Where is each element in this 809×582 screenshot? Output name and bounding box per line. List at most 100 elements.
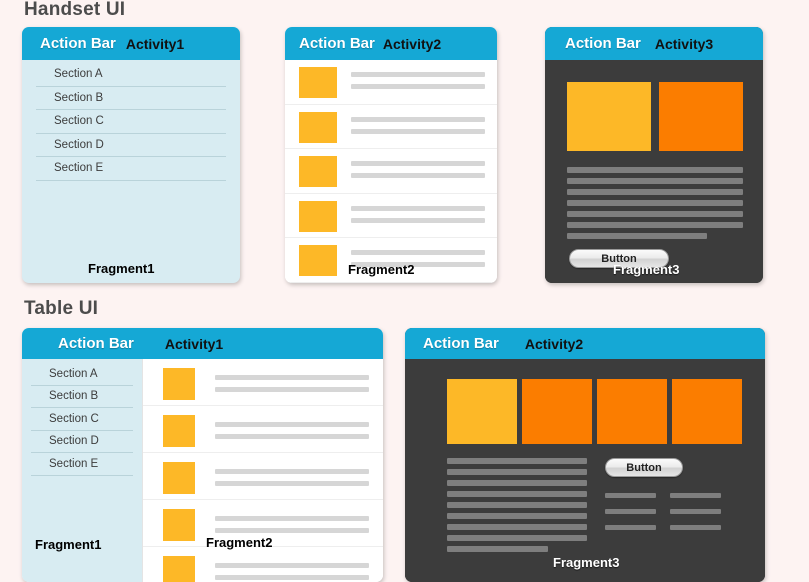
list-item[interactable]: [285, 104, 497, 149]
text-line: [605, 493, 656, 498]
handset-activity2-card[interactable]: Action Bar Activity2: [285, 27, 497, 283]
action-bar[interactable]: Action Bar Activity2: [285, 27, 497, 60]
thumbnail-image: [299, 200, 337, 232]
text-line: [351, 217, 485, 223]
text-line: [447, 469, 587, 475]
image-swatch-yellow[interactable]: [447, 379, 517, 444]
thumbnail-list: [285, 60, 497, 283]
section-list-item[interactable]: Section D: [31, 431, 133, 453]
text-line: [215, 481, 369, 486]
list-item-text: [195, 368, 369, 392]
activity-label: Activity1: [125, 35, 185, 52]
fragment3-label: Fragment3: [553, 555, 620, 570]
action-bar[interactable]: Action Bar Activity1: [22, 328, 383, 359]
thumbnail-image: [163, 556, 195, 582]
action-bar-label: Action Bar: [565, 35, 641, 52]
text-line: [215, 387, 369, 392]
text-line: [215, 575, 369, 580]
handset-activity3-card[interactable]: Action Bar Activity3 Button: [545, 27, 763, 283]
text-line: [670, 525, 721, 530]
list-item-text: [195, 462, 369, 486]
fragment3-label: Fragment3: [613, 262, 680, 277]
thumbnail-image: [299, 67, 337, 98]
thumbnail-image: [299, 111, 337, 143]
section-list-item[interactable]: Section C: [36, 110, 226, 134]
action-bar[interactable]: Action Bar Activity2: [405, 328, 765, 359]
table-ui-title: Table UI: [24, 298, 99, 319]
list-item-text: [337, 112, 485, 134]
text-line: [215, 422, 369, 427]
thumbnail-image: [163, 415, 195, 447]
text-line: [447, 480, 587, 486]
list-item[interactable]: [143, 359, 383, 406]
text-line: [215, 434, 369, 439]
list-item[interactable]: [285, 193, 497, 238]
list-item[interactable]: [143, 453, 383, 500]
list-item-text: [195, 509, 369, 533]
section-list-item[interactable]: Section B: [31, 386, 133, 408]
text-line: [567, 222, 743, 228]
action-bar-label: Action Bar: [299, 35, 375, 52]
button[interactable]: Button: [605, 458, 683, 477]
activity-label: Activity1: [164, 335, 224, 352]
image-swatch-orange[interactable]: [659, 82, 743, 151]
list-item[interactable]: [143, 547, 383, 582]
section-list-item[interactable]: Section A: [36, 63, 226, 87]
section-list-item[interactable]: Section E: [31, 453, 133, 476]
table-activity2-card[interactable]: Action Bar Activity2 Button: [405, 328, 765, 582]
text-line: [447, 458, 587, 464]
thumbnail-image: [299, 245, 337, 276]
text-line: [567, 167, 743, 173]
text-line: [567, 200, 743, 206]
list-item-text: [337, 201, 485, 223]
text-line: [215, 516, 369, 521]
section-list: Section A Section B Section C Section D …: [22, 60, 240, 181]
fragment1-label: Fragment1: [35, 537, 102, 552]
fragment1-label: Fragment1: [88, 261, 155, 276]
text-line: [447, 502, 587, 508]
list-item-text: [195, 556, 369, 580]
action-bar-label: Action Bar: [40, 35, 116, 52]
text-line: [447, 546, 548, 552]
section-list-item[interactable]: Section E: [36, 157, 226, 181]
text-line: [670, 509, 721, 514]
text-line: [567, 178, 743, 184]
text-line: [670, 493, 721, 498]
action-bar[interactable]: Action Bar Activity1: [22, 27, 240, 60]
activity-label: Activity2: [524, 335, 584, 352]
text-line: [567, 211, 743, 217]
section-list-item[interactable]: Section B: [36, 87, 226, 110]
image-swatch-orange[interactable]: [672, 379, 742, 444]
handset-ui-title: Handset UI: [24, 0, 126, 20]
section-list-item[interactable]: Section C: [31, 408, 133, 431]
list-item-text: [195, 415, 369, 439]
list-item[interactable]: [285, 149, 497, 194]
section-list-item[interactable]: Section D: [36, 134, 226, 157]
text-line: [605, 509, 656, 514]
handset-activity1-card[interactable]: Action Bar Activity1 Section A Section B…: [22, 27, 240, 283]
image-swatch-yellow[interactable]: [567, 82, 651, 151]
text-line: [447, 491, 587, 497]
action-bar-label: Action Bar: [423, 335, 499, 352]
image-swatch-orange[interactable]: [522, 379, 592, 444]
text-line: [447, 535, 587, 541]
action-bar[interactable]: Action Bar Activity3: [545, 27, 763, 60]
list-item-text: [337, 67, 485, 89]
text-line: [447, 524, 587, 530]
text-line: [351, 173, 485, 178]
fragment2-label: Fragment2: [348, 262, 415, 277]
text-line: [351, 250, 485, 255]
section-list-item[interactable]: Section A: [31, 363, 133, 386]
text-line: [351, 84, 485, 89]
text-line: [567, 233, 707, 239]
thumbnail-image: [163, 462, 195, 494]
list-item[interactable]: [143, 406, 383, 453]
action-bar-label: Action Bar: [58, 335, 134, 352]
list-item[interactable]: [285, 60, 497, 105]
text-line: [605, 525, 656, 530]
text-line: [215, 528, 369, 533]
activity-label: Activity2: [382, 35, 442, 52]
image-swatch-orange[interactable]: [597, 379, 667, 444]
text-line: [567, 189, 743, 195]
text-line: [215, 375, 369, 380]
